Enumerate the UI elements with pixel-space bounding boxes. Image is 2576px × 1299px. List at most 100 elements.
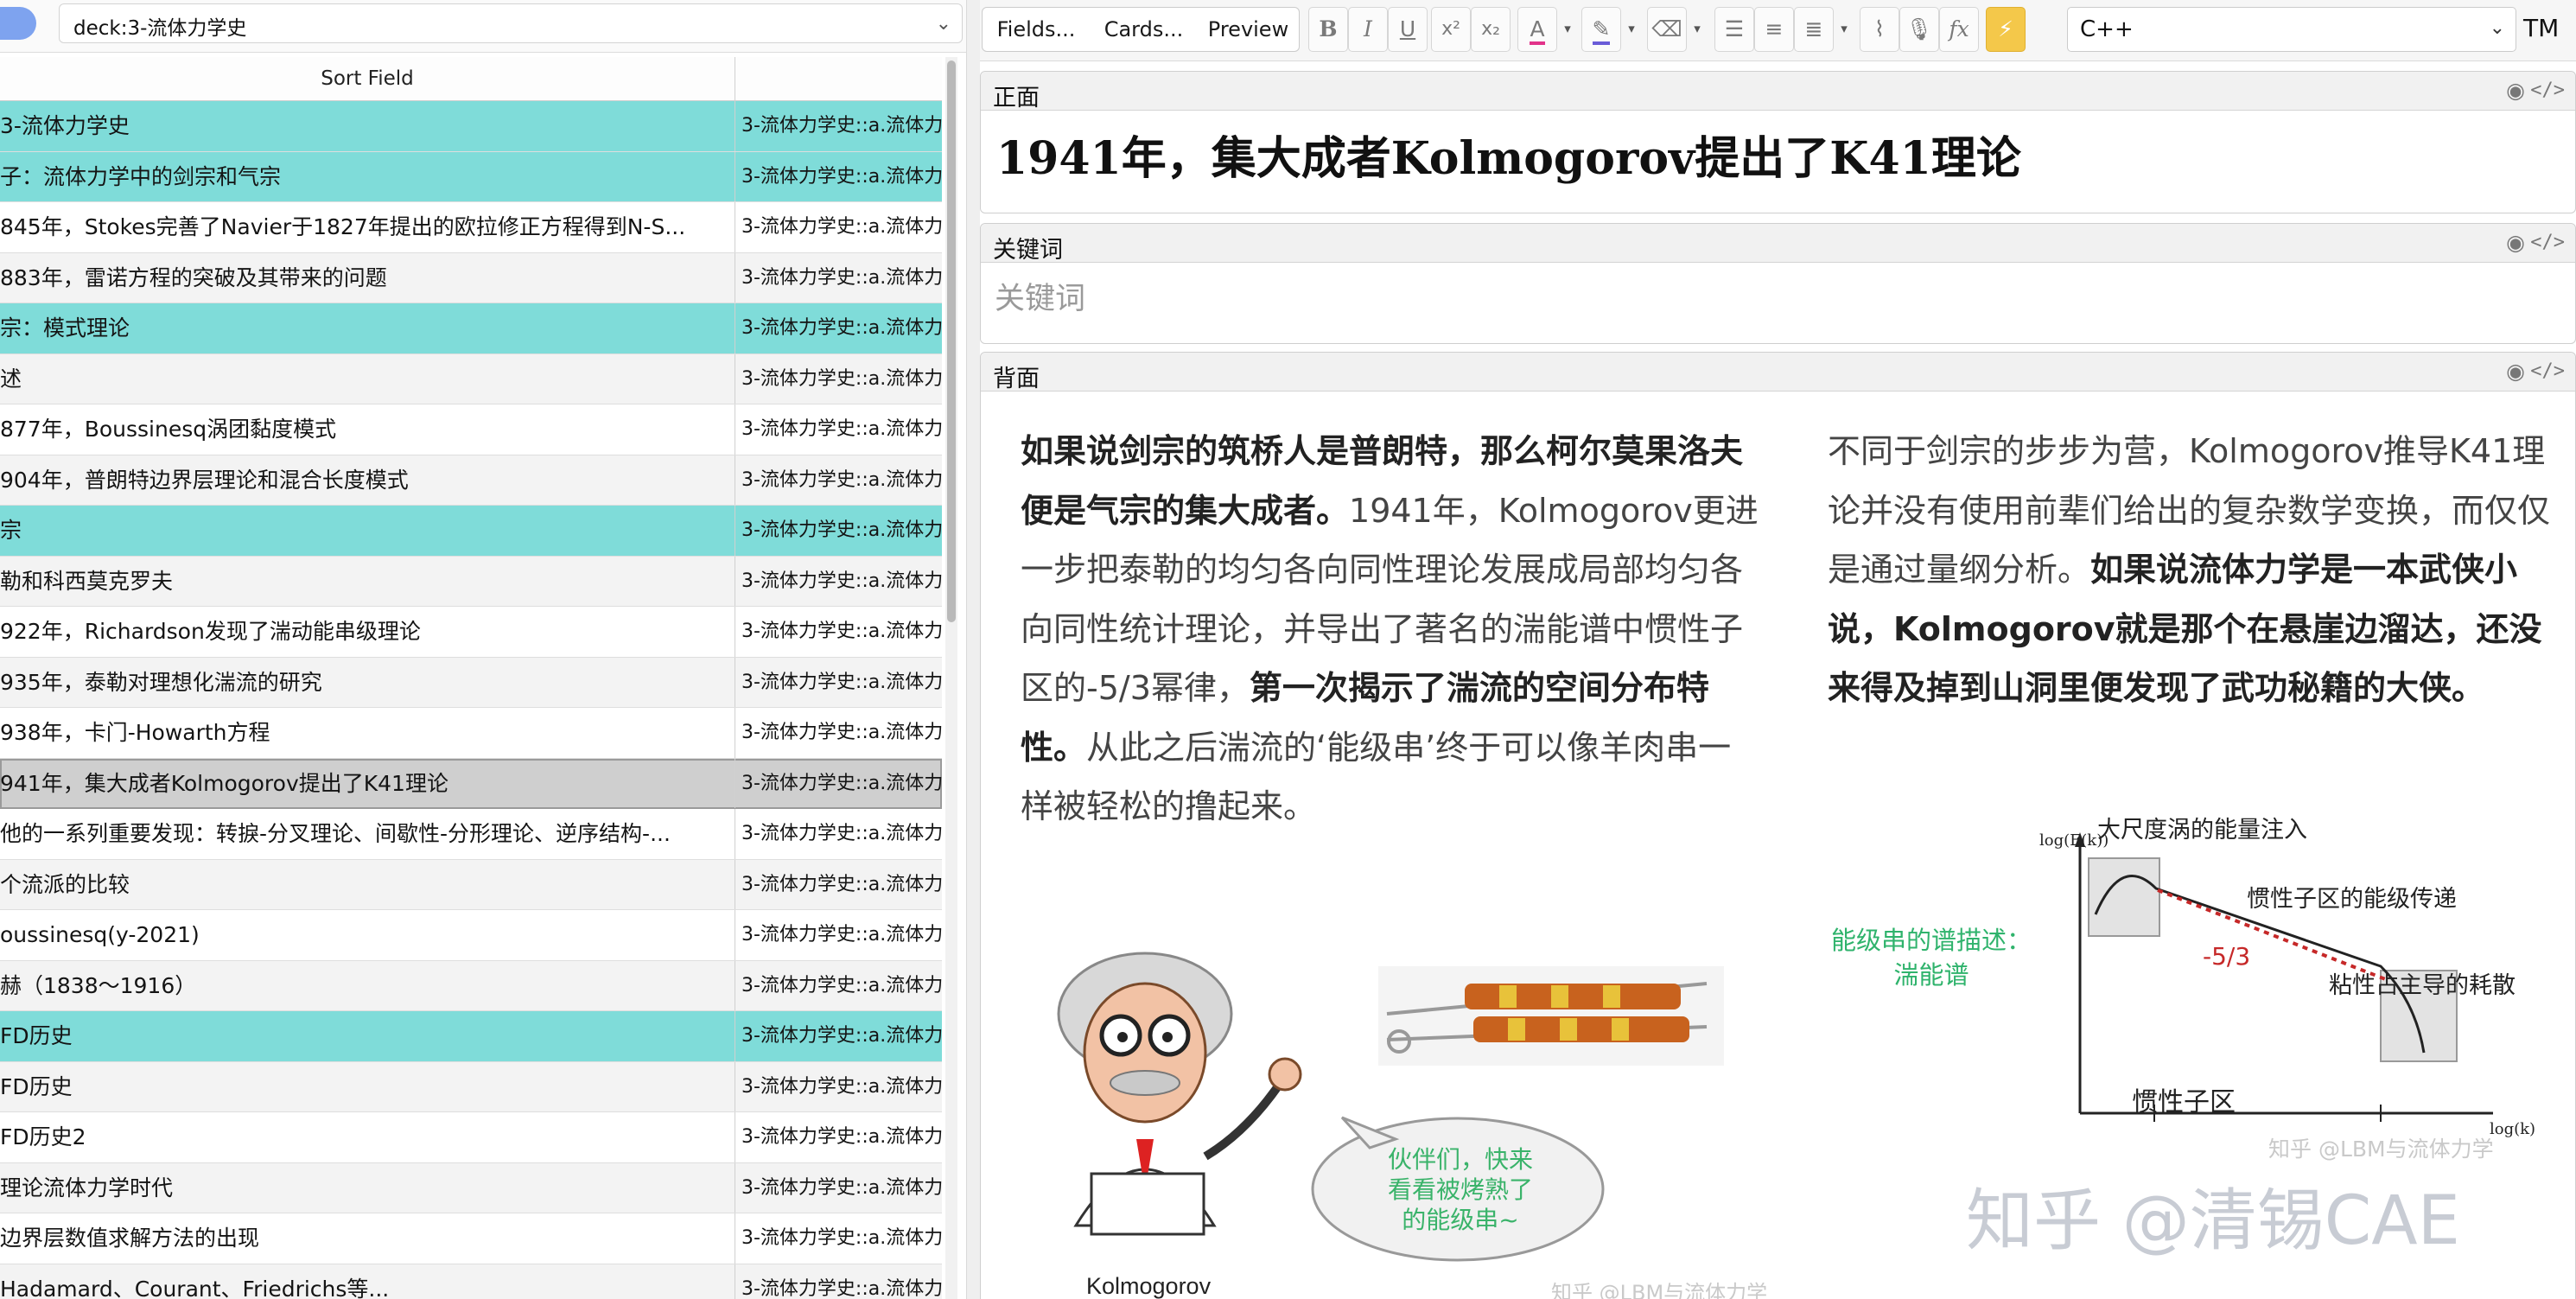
- cell-deck[interactable]: 3-流体力学史::a.流体力: [741, 1264, 942, 1299]
- cell-deck[interactable]: 3-流体力学史::a.流体力: [741, 101, 942, 151]
- table-row[interactable]: FD历史 3-流体力学史::a.流体力: [0, 1011, 942, 1062]
- attachment-icon[interactable]: ⌇: [1860, 7, 1899, 52]
- table-row[interactable]: 述 3-流体力学史::a.流体力: [0, 353, 942, 404]
- cell-deck[interactable]: 3-流体力学史::a.流体力: [741, 253, 942, 303]
- cell-sort-field[interactable]: FD历史: [0, 1062, 731, 1112]
- cell-sort-field[interactable]: 边界层数值求解方法的出现: [0, 1213, 731, 1264]
- sidebar-toggle[interactable]: [0, 7, 36, 40]
- cell-deck[interactable]: 3-流体力学史::a.流体力: [741, 557, 942, 607]
- field-keywords-editor[interactable]: 关键词: [995, 274, 1085, 318]
- cell-deck[interactable]: 3-流体力学史::a.流体力: [741, 1062, 942, 1112]
- cell-deck[interactable]: 3-流体力学史::a.流体力: [741, 809, 942, 859]
- tm-button[interactable]: TM: [2523, 14, 2559, 42]
- cell-sort-field[interactable]: 904年，普朗特边界层理论和混合长度模式: [0, 455, 731, 506]
- cards-button[interactable]: Cards...: [1090, 7, 1199, 52]
- table-row[interactable]: 883年，雷诺方程的突破及其带来的问题 3-流体力学史::a.流体力: [0, 252, 942, 303]
- table-row[interactable]: 赫（1838～1916） 3-流体力学史::a.流体力: [0, 960, 942, 1011]
- cell-deck[interactable]: 3-流体力学史::a.流体力: [741, 404, 942, 455]
- cell-sort-field[interactable]: FD历史: [0, 1011, 731, 1061]
- cell-sort-field[interactable]: Hadamard、Courant、Friedrichs等...: [0, 1264, 731, 1299]
- cell-sort-field[interactable]: oussinesq(y-2021): [0, 910, 731, 960]
- eye-icon[interactable]: ◉: [2506, 78, 2525, 103]
- eye-icon[interactable]: ◉: [2506, 230, 2525, 255]
- field-front-editor[interactable]: 1941年，集大成者Kolmogorov提出了K41理论: [996, 122, 2021, 187]
- cell-deck[interactable]: 3-流体力学史::a.流体力: [741, 607, 942, 657]
- numbered-list-icon[interactable]: ≡: [1754, 7, 1794, 52]
- align-chevron-icon[interactable]: ▾: [1834, 7, 1854, 52]
- table-row[interactable]: Hadamard、Courant、Friedrichs等... 3-流体力学史::…: [0, 1264, 942, 1299]
- table-row[interactable]: FD历史 3-流体力学史::a.流体力: [0, 1061, 942, 1112]
- cell-sort-field[interactable]: 述: [0, 354, 731, 404]
- column-header-sort-field[interactable]: Sort Field: [0, 57, 735, 100]
- cell-sort-field[interactable]: 宗：模式理论: [0, 303, 731, 353]
- cell-deck[interactable]: 3-流体力学史::a.流体力: [741, 354, 942, 404]
- cell-sort-field[interactable]: 883年，雷诺方程的突破及其带来的问题: [0, 253, 731, 303]
- code-language-select[interactable]: C++ ⌄: [2067, 7, 2516, 52]
- table-row[interactable]: 子：流体力学中的剑宗和气宗 3-流体力学史::a.流体力: [0, 151, 942, 202]
- table-row[interactable]: 941年，集大成者Kolmogorov提出了K41理论 3-流体力学史::a.流体…: [0, 758, 942, 809]
- cell-deck[interactable]: 3-流体力学史::a.流体力: [741, 455, 942, 506]
- bold-icon[interactable]: B: [1308, 7, 1348, 52]
- table-row[interactable]: 宗 3-流体力学史::a.流体力: [0, 506, 942, 557]
- cell-sort-field[interactable]: 个流派的比较: [0, 860, 731, 910]
- formula-icon[interactable]: fx: [1939, 7, 1979, 52]
- cell-deck[interactable]: 3-流体力学史::a.流体力: [741, 303, 942, 353]
- cell-sort-field[interactable]: 938年，卡门-Howarth方程: [0, 708, 731, 758]
- cell-sort-field[interactable]: 941年，集大成者Kolmogorov提出了K41理论: [0, 759, 731, 809]
- html-editor-icon[interactable]: </>: [2530, 360, 2565, 382]
- fields-button[interactable]: Fields...: [982, 7, 1091, 52]
- microphone-icon[interactable]: 🎙: [1899, 7, 1939, 52]
- cell-deck[interactable]: 3-流体力学史::a.流体力: [741, 1213, 942, 1264]
- table-row[interactable]: 845年，Stokes完善了Navier于1827年提出的欧拉修正方程得到N-S…: [0, 202, 942, 253]
- cell-deck[interactable]: 3-流体力学史::a.流体力: [741, 708, 942, 758]
- scrollbar-thumb[interactable]: [947, 60, 956, 622]
- text-color-chevron-icon[interactable]: ▾: [1557, 7, 1578, 52]
- preview-button[interactable]: Preview: [1198, 7, 1300, 52]
- cell-deck[interactable]: 3-流体力学史::a.流体力: [741, 910, 942, 960]
- underline-icon[interactable]: U: [1388, 7, 1428, 52]
- table-row[interactable]: FD历史2 3-流体力学史::a.流体力: [0, 1112, 942, 1163]
- html-editor-icon[interactable]: </>: [2530, 232, 2565, 253]
- table-row[interactable]: 904年，普朗特边界层理论和混合长度模式 3-流体力学史::a.流体力: [0, 455, 942, 506]
- cell-sort-field[interactable]: 宗: [0, 506, 731, 556]
- cell-deck[interactable]: 3-流体力学史::a.流体力: [741, 658, 942, 708]
- chevron-down-icon[interactable]: ⌄: [2490, 17, 2505, 39]
- table-row[interactable]: 938年，卡门-Howarth方程 3-流体力学史::a.流体力: [0, 708, 942, 759]
- eye-icon[interactable]: ◉: [2506, 359, 2525, 384]
- cell-sort-field[interactable]: 勒和科西莫克罗夫: [0, 557, 731, 607]
- cell-deck[interactable]: 3-流体力学史::a.流体力: [741, 1112, 942, 1162]
- chevron-down-icon[interactable]: ⌄: [936, 13, 951, 35]
- cell-sort-field[interactable]: FD历史2: [0, 1112, 731, 1162]
- lightning-icon[interactable]: ⚡: [1986, 7, 2026, 52]
- cell-sort-field[interactable]: 赫（1838～1916）: [0, 961, 731, 1011]
- cell-deck[interactable]: 3-流体力学史::a.流体力: [741, 202, 942, 252]
- cell-deck[interactable]: 3-流体力学史::a.流体力: [741, 1011, 942, 1061]
- cell-deck[interactable]: 3-流体力学史::a.流体力: [741, 152, 942, 202]
- cell-deck[interactable]: 3-流体力学史::a.流体力: [741, 506, 942, 556]
- search-input[interactable]: deck:3-流体力学史 ⌄: [59, 3, 963, 43]
- table-scrollbar[interactable]: [945, 57, 957, 1299]
- table-row[interactable]: oussinesq(y-2021) 3-流体力学史::a.流体力: [0, 910, 942, 961]
- eraser-chevron-icon[interactable]: ▾: [1687, 7, 1708, 52]
- italic-icon[interactable]: I: [1348, 7, 1388, 52]
- eraser-icon[interactable]: ⌫: [1647, 7, 1687, 52]
- superscript-icon[interactable]: x²: [1431, 7, 1471, 52]
- cell-sort-field[interactable]: 子：流体力学中的剑宗和气宗: [0, 152, 731, 202]
- cell-sort-field[interactable]: 3-流体力学史: [0, 101, 731, 151]
- cell-deck[interactable]: 3-流体力学史::a.流体力: [741, 1163, 942, 1213]
- cell-sort-field[interactable]: 935年，泰勒对理想化湍流的研究: [0, 658, 731, 708]
- table-row[interactable]: 922年，Richardson发现了湍动能串级理论 3-流体力学史::a.流体力: [0, 607, 942, 658]
- cell-deck[interactable]: 3-流体力学史::a.流体力: [741, 961, 942, 1011]
- code-language-value[interactable]: C++: [2080, 16, 2134, 42]
- highlight-chevron-icon[interactable]: ▾: [1621, 7, 1642, 52]
- table-row[interactable]: 他的一系列重要发现：转捩-分叉理论、间歇性-分形理论、逆序结构-... 3-流体力…: [0, 809, 942, 860]
- table-row[interactable]: 个流派的比较 3-流体力学史::a.流体力: [0, 859, 942, 910]
- table-row[interactable]: 勒和科西莫克罗夫 3-流体力学史::a.流体力: [0, 556, 942, 607]
- cell-sort-field[interactable]: 922年，Richardson发现了湍动能串级理论: [0, 607, 731, 657]
- html-editor-icon[interactable]: </>: [2530, 80, 2565, 101]
- table-row[interactable]: 935年，泰勒对理想化湍流的研究 3-流体力学史::a.流体力: [0, 657, 942, 708]
- bullet-list-icon[interactable]: ☰: [1714, 7, 1754, 52]
- highlight-color-icon[interactable]: ✎: [1581, 7, 1621, 52]
- table-row[interactable]: 边界层数值求解方法的出现 3-流体力学史::a.流体力: [0, 1213, 942, 1264]
- pane-splitter[interactable]: [966, 0, 980, 1299]
